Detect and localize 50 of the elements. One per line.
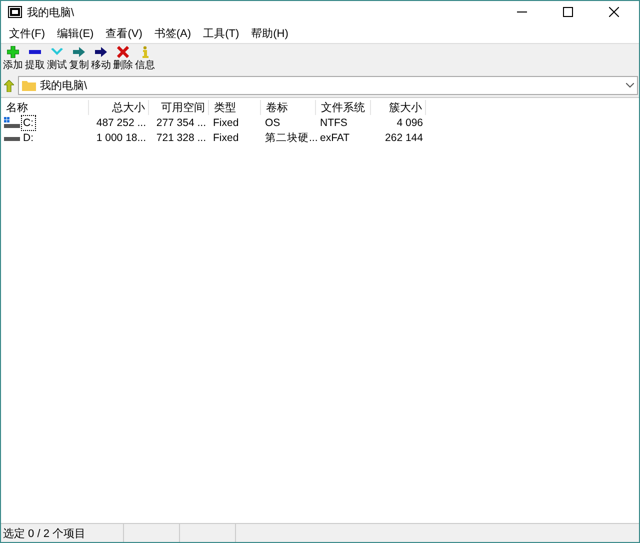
toolbar-button[interactable]: 测试 — [46, 44, 68, 74]
column-header[interactable]: 名称 — [1, 100, 89, 115]
folder-icon — [22, 80, 36, 91]
toolbar-button[interactable]: 删除 — [112, 44, 134, 74]
app-icon — [8, 6, 22, 18]
column-header[interactable]: 卷标 — [261, 100, 316, 115]
check-icon — [51, 46, 63, 58]
column-header[interactable]: 文件系统 — [316, 100, 371, 115]
table-cell-text: 721 328 ... — [155, 130, 207, 144]
address-field[interactable]: 我的电脑\ — [18, 76, 638, 95]
table-cell-text: exFAT — [319, 130, 351, 144]
close-icon[interactable] — [609, 7, 619, 17]
drive-name[interactable]: D: — [21, 130, 36, 146]
table-cell-text: 262 144 — [384, 130, 424, 144]
toolbar-button[interactable]: 信息 — [134, 44, 156, 74]
system-drive-icon — [4, 116, 20, 128]
toolbar-button[interactable]: 提取 — [24, 44, 46, 74]
table-cell-text: Fixed — [212, 116, 240, 130]
menu-item[interactable]: 帮助(H) — [245, 26, 294, 40]
info-icon — [141, 46, 149, 58]
window-title: 我的电脑\ — [27, 6, 74, 20]
column-header[interactable]: 类型 — [209, 100, 261, 115]
table-cell-text: 487 252 ... — [95, 116, 147, 130]
table-cell-text: OS — [264, 116, 282, 130]
menu-item[interactable]: 文件(F) — [3, 26, 52, 40]
up-folder-icon[interactable] — [4, 80, 14, 92]
status-text: 选定 0 / 2 个项目 — [2, 526, 87, 540]
toolbar-button[interactable]: 添加 — [2, 44, 24, 74]
toolbar-button[interactable]: 移动 — [90, 44, 112, 74]
column-header[interactable]: 总大小 — [89, 100, 149, 115]
cross-icon — [117, 46, 129, 58]
dropdown-caret-icon[interactable] — [626, 83, 634, 88]
menu-item[interactable]: 工具(T) — [197, 26, 246, 40]
menu-item[interactable]: 编辑(E) — [51, 26, 100, 40]
table-cell-text: 4 096 — [396, 116, 424, 130]
table-cell-text: 1 000 18... — [95, 130, 147, 144]
drive-name[interactable]: C: — [21, 114, 36, 130]
table-cell-text: Fixed — [212, 130, 240, 144]
column-header[interactable]: 簇大小 — [371, 100, 426, 115]
toolbar-button[interactable]: 复制 — [68, 44, 90, 74]
menu-item[interactable]: 书签(A) — [148, 26, 198, 40]
table-cell-text: 277 354 ... — [155, 116, 207, 130]
table-cell-text: 第二块硬... — [264, 130, 316, 144]
plus-icon — [7, 46, 19, 58]
menu-item[interactable]: 查看(V) — [100, 26, 148, 40]
arrow-icon — [95, 46, 107, 58]
column-header[interactable]: 可用空间 — [149, 100, 209, 115]
maximize-icon[interactable] — [563, 7, 573, 17]
arrow-icon — [73, 46, 85, 58]
table-cell-text: NTFS — [319, 116, 348, 130]
